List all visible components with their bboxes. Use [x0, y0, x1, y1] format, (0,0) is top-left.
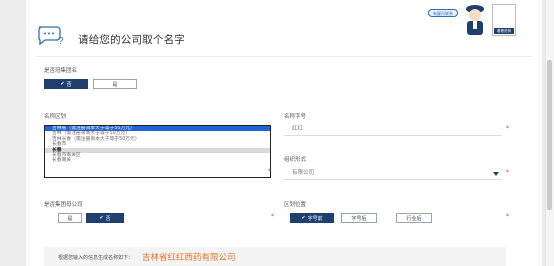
- mascot-figure-icon: [466, 5, 484, 35]
- parent-company-yes-button[interactable]: 是: [58, 213, 82, 223]
- is-group-yes-label: 是: [112, 81, 118, 88]
- svg-text:?: ?: [58, 36, 64, 46]
- check-icon: ✔: [60, 81, 65, 87]
- page-title: 请给您的公司取个名字: [78, 34, 185, 46]
- org-form-required-mark: *: [506, 169, 509, 176]
- question-chat-icon: ?: [38, 26, 64, 46]
- page: ? 请给您的公司取个名字 有疑问联系 看看范例 是否冠集团名 ✔ 否 是 名称区…: [0, 0, 554, 266]
- org-form-label: 组织形式: [284, 157, 307, 163]
- check-icon: ✔: [99, 215, 104, 221]
- org-form-value: 有限公司: [292, 170, 315, 176]
- parent-company-required-mark: *: [271, 213, 274, 220]
- region-listbox[interactable]: 吉林省（需注册资本大于等于50万元） 吉林（需注册资本大于等于50万元） 吉林长…: [44, 125, 271, 178]
- scrollbar-thumb[interactable]: [547, 60, 552, 210]
- header-divider: [36, 56, 532, 57]
- is-group-yes-button[interactable]: 是: [93, 79, 137, 89]
- chevron-down-icon[interactable]: [493, 172, 499, 176]
- help-button[interactable]: 有疑问联系: [428, 9, 458, 17]
- name-field-value: 红红: [292, 126, 304, 132]
- position-before-label: 字号前: [307, 215, 323, 222]
- position-industry-after-button[interactable]: 行业后: [396, 213, 432, 223]
- parent-company-yes-label: 是: [67, 215, 73, 222]
- example-bubble-label: 看看范例: [494, 28, 514, 34]
- name-field-input[interactable]: 红红: [284, 124, 502, 136]
- region-option[interactable]: 长春南关: [45, 158, 270, 163]
- parent-company-no-button[interactable]: ✔ 否: [86, 213, 124, 223]
- is-group-no-label: 否: [66, 81, 72, 88]
- position-industry-after-label: 行业后: [406, 215, 422, 222]
- help-mascot: 有疑问联系 看看范例: [428, 2, 518, 38]
- region-label: 名称区划: [44, 114, 67, 120]
- position-before-button[interactable]: ✔ 字号前: [290, 213, 334, 223]
- parent-company-label: 是否集团母公司: [44, 202, 83, 208]
- region-required-mark: *: [268, 168, 271, 175]
- name-required-mark: *: [506, 125, 509, 132]
- is-group-label: 是否冠集团名: [44, 68, 78, 74]
- parent-company-no-label: 否: [105, 215, 111, 222]
- position-after-button[interactable]: 字号后: [341, 213, 377, 223]
- org-form-select[interactable]: 有限公司: [284, 168, 502, 180]
- check-icon: ✔: [301, 215, 306, 221]
- example-bubble[interactable]: 看看范例: [492, 4, 516, 36]
- position-after-label: 字号后: [351, 215, 367, 222]
- name-field-label: 名称字号: [284, 114, 307, 120]
- is-group-no-button[interactable]: ✔ 否: [44, 79, 88, 89]
- result-company-name: 吉林省红红西药有限公司: [142, 253, 236, 263]
- position-required-mark: *: [506, 213, 509, 220]
- result-prefix: 根据您输入的信息生成名称如下：: [58, 255, 134, 261]
- position-label: 区划位置: [284, 202, 307, 208]
